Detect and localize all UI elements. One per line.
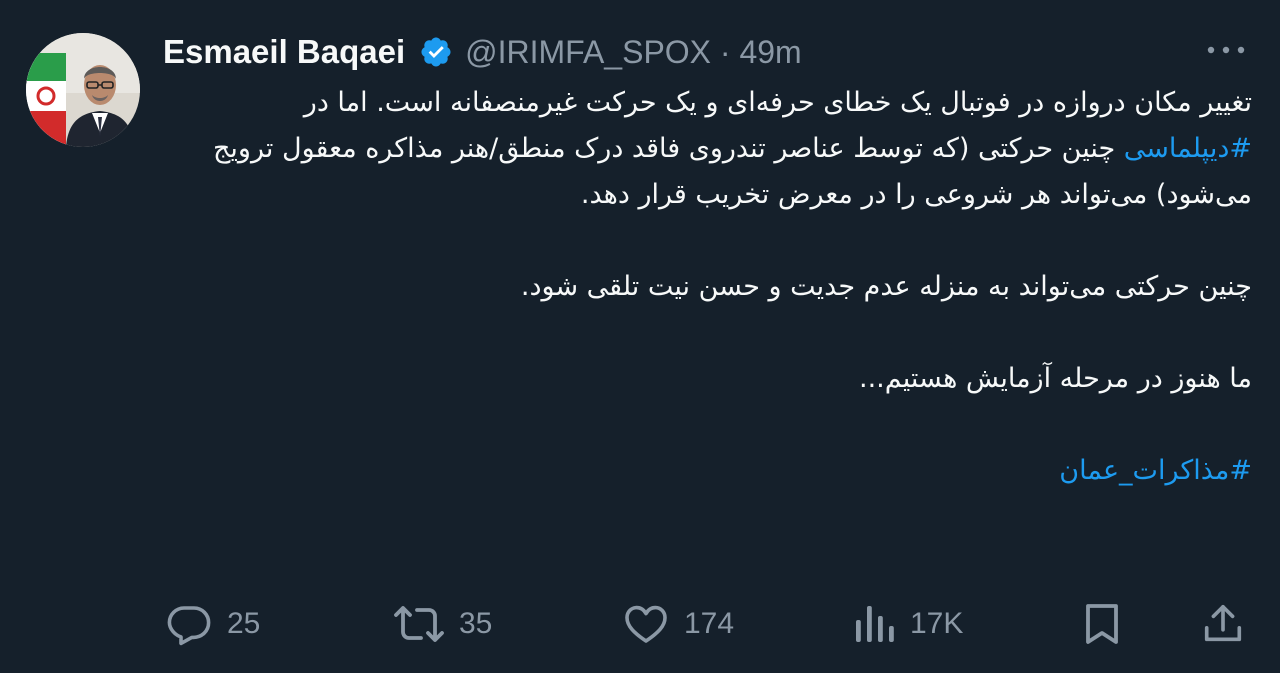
share-button[interactable] xyxy=(1200,598,1246,650)
paragraph-1-text-start: تغییر مکان دروازه در فوتبال یک خطای حرفه… xyxy=(303,87,1252,118)
bookmark-icon xyxy=(1086,604,1118,644)
tweet-time[interactable]: 49m xyxy=(739,34,801,70)
avatar-image xyxy=(26,33,140,147)
retweet-count: 35 xyxy=(459,607,493,640)
views-button[interactable]: 17K xyxy=(852,598,963,650)
tweet-paragraph-3: ما هنوز در مرحله آزمایش هستیم... xyxy=(858,363,1252,394)
author-meta: @IRIMFA_SPOX · 49m xyxy=(465,34,802,71)
tweet-body: تغییر مکان دروازه در فوتبال یک خطای حرفه… xyxy=(170,80,1252,494)
reply-count: 25 xyxy=(227,607,261,640)
like-button[interactable]: 174 xyxy=(622,598,734,650)
share-icon xyxy=(1204,604,1242,642)
like-count: 174 xyxy=(684,607,735,640)
hashtag-diplomacy-link[interactable]: #دیپلماسی xyxy=(1124,133,1252,164)
avatar[interactable] xyxy=(26,33,140,147)
heart-icon xyxy=(625,605,667,643)
tweet-header: Esmaeil Baqaei @IRIMFA_SPOX · 49m xyxy=(163,26,802,78)
meta-separator: · xyxy=(719,33,731,70)
more-dots-icon xyxy=(1207,46,1245,54)
author-name[interactable]: Esmaeil Baqaei xyxy=(163,33,405,71)
hashtag-oman-talks-link[interactable]: #مذاکرات_عمان xyxy=(1059,455,1252,486)
views-count: 17K xyxy=(910,607,964,640)
verified-badge-icon xyxy=(419,35,453,69)
more-options-button[interactable] xyxy=(1204,38,1248,62)
views-chart-icon xyxy=(856,606,894,642)
retweet-icon xyxy=(394,606,444,642)
reply-button[interactable]: 25 xyxy=(165,598,260,650)
reply-icon xyxy=(167,606,211,646)
retweet-button[interactable]: 35 xyxy=(393,598,492,650)
bookmark-button[interactable] xyxy=(1080,598,1124,650)
tweet-actions-bar: 25 35 174 17K xyxy=(0,598,1280,650)
tweet-hashtag-line: #مذاکرات_عمان xyxy=(170,448,1252,494)
author-handle[interactable]: @IRIMFA_SPOX xyxy=(465,34,711,70)
paragraph-1-text-end: چنین حرکتی (که توسط عناصر تندروی فاقد در… xyxy=(212,133,1252,210)
tweet-paragraph-1: تغییر مکان دروازه در فوتبال یک خطای حرفه… xyxy=(170,80,1252,218)
tweet-paragraph-2: چنین حرکتی می‌تواند به منزله عدم جدیت و … xyxy=(520,271,1252,302)
